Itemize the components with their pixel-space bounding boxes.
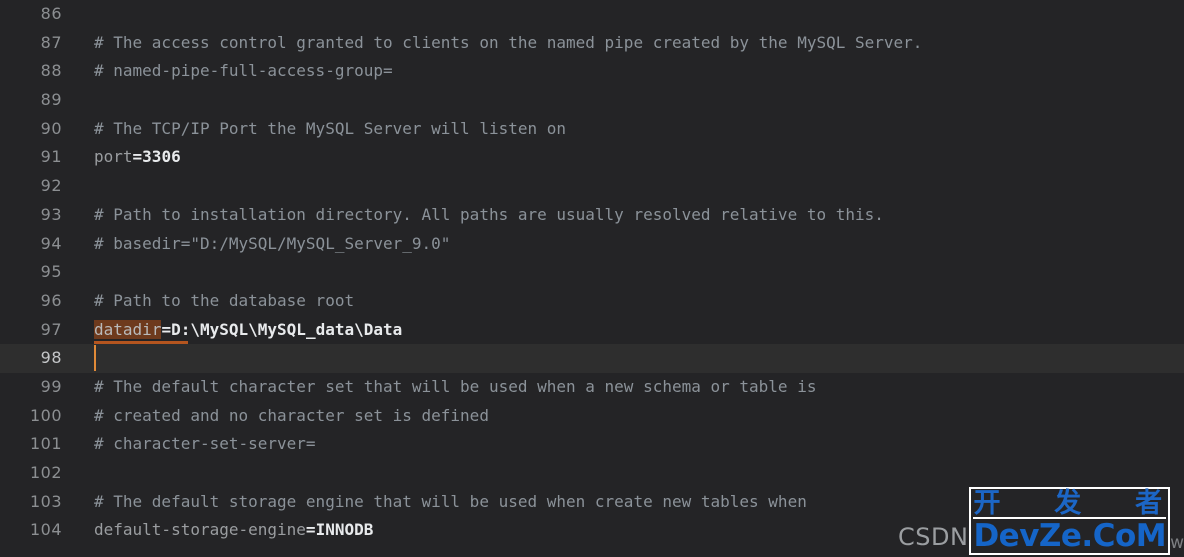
line-content[interactable]: # The access control granted to clients … [94,29,922,58]
token-cmt: # named-pipe-full-access-group= [94,61,393,81]
line-number: 92 [40,176,62,196]
line-content[interactable]: # Path to installation directory. All pa… [94,201,884,230]
token-cmt: # The default storage engine that will b… [94,491,807,511]
line-content[interactable]: # Path to the database root [94,287,354,316]
token-cmt: # Path to the database root [94,290,355,310]
line-number: 98 [40,348,62,368]
line-number: 89 [40,90,62,110]
code-editor[interactable]: 86 87 # The access control granted to clie… [0,0,1184,557]
line-content[interactable]: port=3306 [94,143,181,172]
editor-line[interactable]: 89 [0,86,1184,115]
line-content[interactable]: # character-set-server= [94,430,316,459]
editor-line[interactable]: 91 port=3306 [0,143,1184,172]
token-cmt: # created and no character set is define… [94,405,489,425]
editor-line-list: 86 87 # The access control granted to clie… [0,0,1184,545]
token-hl: datadir [94,319,162,339]
line-number: 91 [40,147,62,167]
line-number: 86 [40,4,62,23]
token-key: port [94,147,133,167]
editor-line[interactable]: 96 # Path to the database root [0,287,1184,316]
token-val: D:\MySQL\MySQL_data\Data [171,319,403,339]
token-cmt: # The default character set that will be… [94,376,817,396]
editor-line[interactable]: 97 datadir=D:\MySQL\MySQL_data\Data [0,316,1184,345]
editor-line[interactable]: 104 default-storage-engine=INNODB [0,516,1184,545]
editor-line[interactable]: 101 # character-set-server= [0,430,1184,459]
text-caret [94,345,96,372]
line-number: 96 [40,290,62,310]
caret-top-accent [94,341,188,345]
line-number: 101 [29,434,62,454]
line-number: 97 [40,319,62,339]
line-content[interactable]: default-storage-engine=INNODB [94,516,373,545]
token-eq: = [305,520,316,540]
line-number: 99 [40,376,62,396]
token-eq: = [161,319,172,339]
token-val: 3306 [142,147,181,167]
token-cmt: # basedir="D:/MySQL/MySQL_Server_9.0" [94,233,451,253]
editor-line[interactable]: 98 [0,341,1184,373]
line-number: 95 [40,262,62,282]
line-number: 102 [29,463,62,482]
token-cmt: # The TCP/IP Port the MySQL Server will … [94,118,567,138]
line-number: 93 [40,204,62,224]
editor-line[interactable]: 99 # The default character set that will … [0,373,1184,402]
line-number: 87 [40,32,62,52]
line-content[interactable]: # named-pipe-full-access-group= [94,57,393,86]
line-content[interactable]: # The default storage engine that will b… [94,488,807,517]
editor-line[interactable]: 102 [0,459,1184,488]
editor-line[interactable]: 88 # named-pipe-full-access-group= [0,57,1184,86]
line-content[interactable]: # created and no character set is define… [94,402,489,431]
editor-line[interactable]: 103 # The default storage engine that wil… [0,488,1184,517]
token-eq: = [132,147,143,167]
line-number: 90 [40,118,62,138]
line-number: 104 [29,520,62,540]
token-cmt: # The access control granted to clients … [94,32,923,52]
line-number: 94 [40,233,62,253]
editor-line[interactable]: 92 [0,172,1184,201]
editor-line[interactable]: 100 # created and no character set is def… [0,402,1184,431]
line-content[interactable]: # The TCP/IP Port the MySQL Server will … [94,115,566,144]
editor-line[interactable]: 93 # Path to installation directory. All … [0,201,1184,230]
line-content[interactable]: # The default character set that will be… [94,373,816,402]
line-content[interactable]: datadir=D:\MySQL\MySQL_data\Data [94,316,402,345]
editor-line[interactable]: 94 # basedir="D:/MySQL/MySQL_Server_9.0" [0,230,1184,259]
editor-line[interactable]: 86 [0,0,1184,29]
line-number: 103 [29,491,62,511]
token-key: default-storage-engine [94,520,306,540]
editor-line[interactable]: 87 # The access control granted to client… [0,29,1184,58]
token-cmt: # Path to installation directory. All pa… [94,204,884,224]
token-cmt: # character-set-server= [94,434,316,454]
token-val: INNODB [315,520,374,540]
line-content[interactable]: # basedir="D:/MySQL/MySQL_Server_9.0" [94,230,450,259]
line-number: 100 [29,405,62,425]
line-number: 88 [40,61,62,81]
editor-line[interactable]: 90 # The TCP/IP Port the MySQL Server wil… [0,115,1184,144]
editor-line[interactable]: 95 [0,258,1184,287]
